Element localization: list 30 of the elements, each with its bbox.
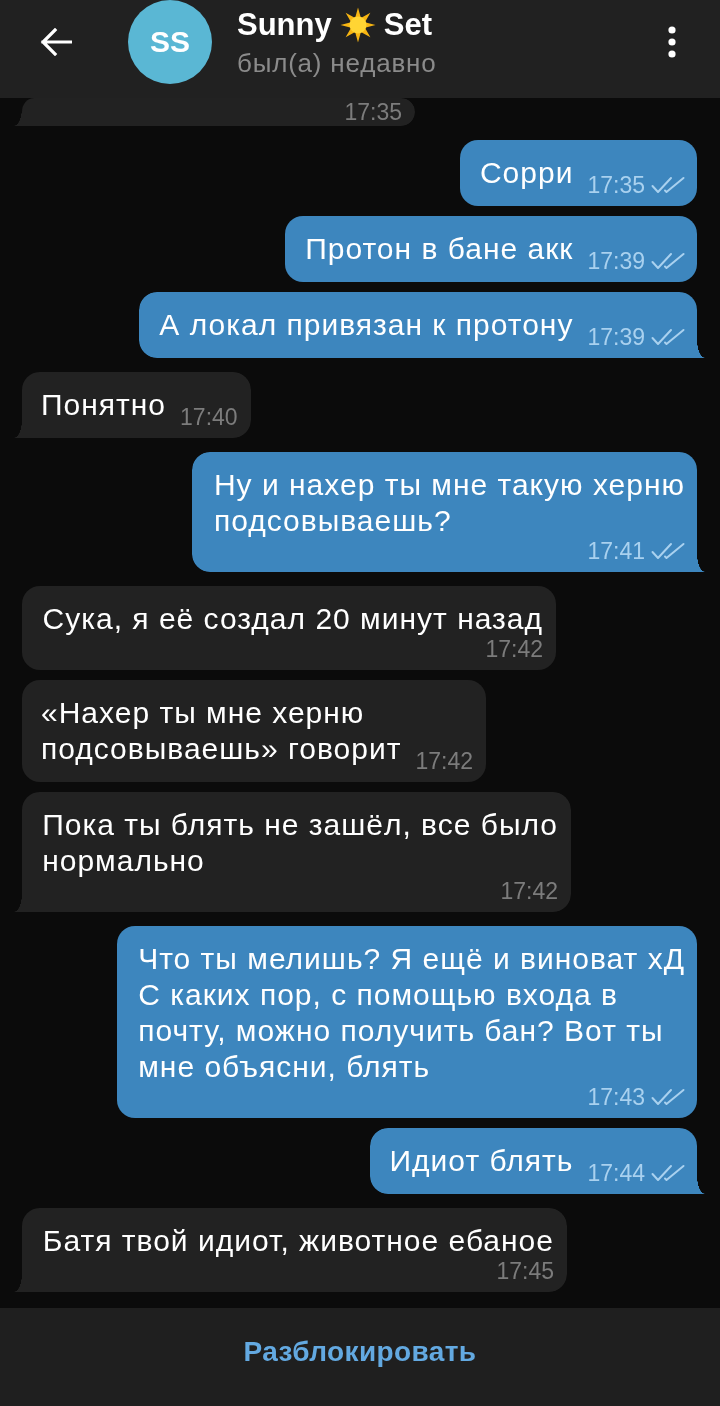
message-time: 17:45 [496, 1259, 554, 1283]
message-text: Что ты мелишь? Я ещё и виноват хД С каких пор, с помощью входа в почту, можно получить бан? Вот ты мне объясни, блять [138, 941, 685, 1085]
message-time: 17:39 [587, 249, 645, 273]
message-text: Протон в бане акк [305, 231, 574, 267]
message-text: Ну и нахер ты мне такую херню подсовываешь? [213, 467, 685, 539]
message-text: Понятно [41, 387, 167, 423]
message-time: 17:42 [500, 879, 558, 903]
contact-name: Sunny [237, 6, 332, 44]
message-time: 17:43 [587, 1085, 645, 1109]
message-time: 17:42 [415, 749, 473, 773]
message-time: 17:41 [587, 539, 645, 563]
menu-icon[interactable] [668, 26, 676, 58]
message-text: Пока ты блять не зашёл, все было нормально [42, 807, 558, 879]
last-seen-status: был(а) недавно [237, 48, 438, 78]
message-time: 17:42 [485, 637, 543, 661]
message-time: 17:40 [180, 405, 238, 429]
message-time: 17:44 [587, 1161, 645, 1185]
message-text: Батя твой идиот, животное ебаное [42, 1223, 554, 1259]
contact-name: Set [383, 6, 432, 44]
message-text: А локал привязан к протону [159, 307, 574, 343]
message-text: «Нахер ты мне херню подсовываешь» говорит [41, 695, 402, 767]
unblock-button[interactable]: Разблокировать [0, 1308, 720, 1406]
message-text: Сорри [479, 155, 574, 191]
message-time: 17:35 [587, 173, 645, 197]
message-text: Идиот блять [389, 1143, 574, 1179]
message-time: 17:35 [344, 100, 402, 124]
left-arrow-icon[interactable] [40, 28, 72, 56]
message-text: Сука, я её создал 20 минут назад [42, 601, 543, 637]
sun-icon [339, 7, 376, 43]
message-time: 17:39 [587, 325, 645, 349]
